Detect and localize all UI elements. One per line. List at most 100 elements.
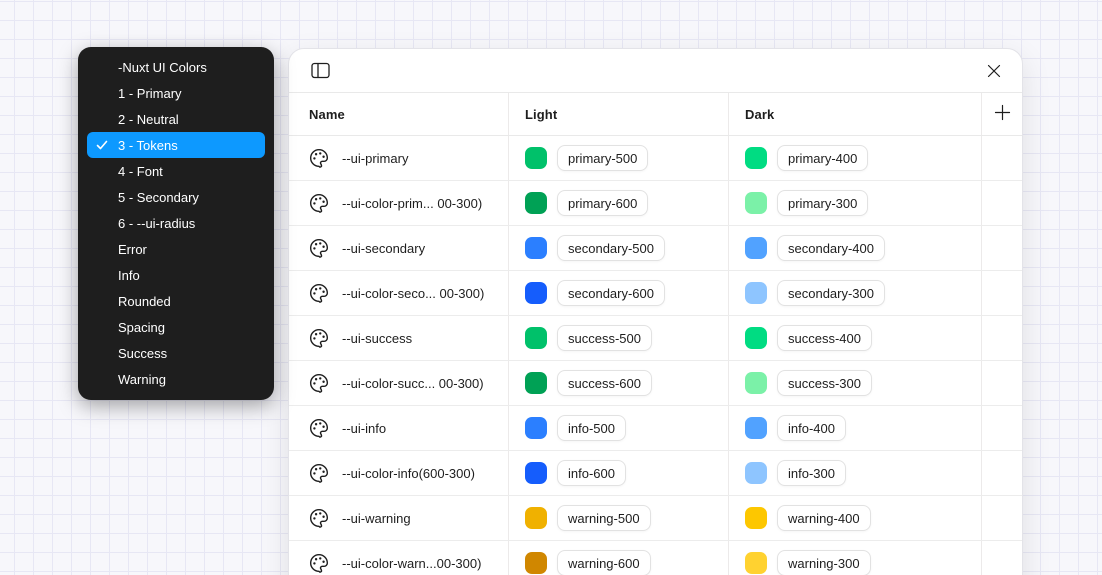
light-value-cell[interactable]: info-500 (509, 406, 729, 450)
light-value-cell[interactable]: warning-500 (509, 496, 729, 540)
menu-item[interactable]: Error (87, 236, 265, 262)
token-chip[interactable]: secondary-300 (777, 280, 885, 306)
dark-value-cell[interactable]: info-400 (729, 406, 982, 450)
color-swatch[interactable] (745, 237, 767, 259)
color-swatch[interactable] (745, 552, 767, 574)
menu-item-label: 4 - Font (118, 164, 163, 179)
light-value-cell[interactable]: success-500 (509, 316, 729, 360)
token-name-cell[interactable]: --ui-color-seco... 00-300) (289, 271, 509, 315)
color-swatch[interactable] (525, 327, 547, 349)
color-swatch[interactable] (745, 327, 767, 349)
light-value-cell[interactable]: secondary-600 (509, 271, 729, 315)
menu-item[interactable]: Spacing (87, 314, 265, 340)
token-chip[interactable]: warning-300 (777, 550, 871, 575)
color-swatch[interactable] (745, 192, 767, 214)
light-value-cell[interactable]: info-600 (509, 451, 729, 495)
palette-icon (309, 193, 329, 213)
table-row: --ui-color-succ... 00-300) success-600 s… (289, 361, 1022, 406)
token-chip[interactable]: secondary-400 (777, 235, 885, 261)
dark-value-cell[interactable]: warning-400 (729, 496, 982, 540)
token-chip[interactable]: warning-500 (557, 505, 651, 531)
menu-item-label: Warning (118, 372, 166, 387)
menu-item[interactable]: 3 - Tokens (87, 132, 265, 158)
light-value-cell[interactable]: primary-500 (509, 136, 729, 180)
dark-value-cell[interactable]: success-400 (729, 316, 982, 360)
palette-icon (309, 418, 329, 438)
token-name-cell[interactable]: --ui-info (289, 406, 509, 450)
color-swatch[interactable] (525, 417, 547, 439)
token-chip[interactable]: success-500 (557, 325, 652, 351)
color-swatch[interactable] (525, 192, 547, 214)
add-column-button[interactable] (982, 93, 1022, 135)
menu-item[interactable]: 6 - --ui-radius (87, 210, 265, 236)
token-name-cell[interactable]: --ui-primary (289, 136, 509, 180)
token-chip[interactable]: info-600 (557, 460, 626, 486)
light-value-cell[interactable]: success-600 (509, 361, 729, 405)
menu-item[interactable]: -Nuxt UI Colors (87, 54, 265, 80)
token-chip[interactable]: secondary-600 (557, 280, 665, 306)
token-name-cell[interactable]: --ui-color-warn...00-300) (289, 541, 509, 575)
dark-value-cell[interactable]: primary-400 (729, 136, 982, 180)
menu-item[interactable]: Info (87, 262, 265, 288)
token-chip[interactable]: info-500 (557, 415, 626, 441)
token-name-cell[interactable]: --ui-secondary (289, 226, 509, 270)
menu-item-label: Success (118, 346, 167, 361)
menu-item[interactable]: Warning (87, 366, 265, 392)
token-name-cell[interactable]: --ui-color-info(600-300) (289, 451, 509, 495)
dark-value-cell[interactable]: primary-300 (729, 181, 982, 225)
light-value-cell[interactable]: secondary-500 (509, 226, 729, 270)
token-chip[interactable]: info-400 (777, 415, 846, 441)
menu-item[interactable]: Rounded (87, 288, 265, 314)
token-chip[interactable]: success-400 (777, 325, 872, 351)
token-chip[interactable]: warning-400 (777, 505, 871, 531)
checkmark-icon (96, 139, 108, 151)
menu-item-label: Info (118, 268, 140, 283)
token-name-cell[interactable]: --ui-color-succ... 00-300) (289, 361, 509, 405)
color-swatch[interactable] (745, 507, 767, 529)
color-swatch[interactable] (745, 372, 767, 394)
token-name-cell[interactable]: --ui-color-prim... 00-300) (289, 181, 509, 225)
palette-icon (309, 328, 329, 348)
token-chip[interactable]: primary-300 (777, 190, 868, 216)
color-swatch[interactable] (525, 507, 547, 529)
color-swatch[interactable] (745, 282, 767, 304)
token-name-cell[interactable]: --ui-warning (289, 496, 509, 540)
color-swatch[interactable] (525, 147, 547, 169)
menu-item[interactable]: 4 - Font (87, 158, 265, 184)
menu-item[interactable]: 1 - Primary (87, 80, 265, 106)
token-chip[interactable]: success-300 (777, 370, 872, 396)
light-value-cell[interactable]: primary-600 (509, 181, 729, 225)
menu-item[interactable]: Success (87, 340, 265, 366)
row-spacer-cell (982, 181, 1022, 225)
token-chip[interactable]: primary-400 (777, 145, 868, 171)
color-swatch[interactable] (525, 282, 547, 304)
token-name: --ui-info (342, 421, 386, 436)
color-swatch[interactable] (525, 462, 547, 484)
color-swatch[interactable] (745, 147, 767, 169)
token-name-cell[interactable]: --ui-success (289, 316, 509, 360)
menu-item[interactable]: 2 - Neutral (87, 106, 265, 132)
token-chip[interactable]: primary-600 (557, 190, 648, 216)
token-name: --ui-color-succ... 00-300) (342, 376, 484, 391)
table-row: --ui-color-prim... 00-300) primary-600 p… (289, 181, 1022, 226)
color-swatch[interactable] (525, 372, 547, 394)
close-icon[interactable] (981, 58, 1007, 84)
menu-item[interactable]: 5 - Secondary (87, 184, 265, 210)
light-value-cell[interactable]: warning-600 (509, 541, 729, 575)
row-spacer-cell (982, 136, 1022, 180)
token-chip[interactable]: secondary-500 (557, 235, 665, 261)
dark-value-cell[interactable]: success-300 (729, 361, 982, 405)
token-chip[interactable]: success-600 (557, 370, 652, 396)
color-swatch[interactable] (745, 417, 767, 439)
color-swatch[interactable] (525, 552, 547, 574)
dark-value-cell[interactable]: warning-300 (729, 541, 982, 575)
dark-value-cell[interactable]: secondary-300 (729, 271, 982, 315)
token-chip[interactable]: info-300 (777, 460, 846, 486)
sidebar-toggle-icon[interactable] (307, 58, 333, 84)
color-swatch[interactable] (525, 237, 547, 259)
color-swatch[interactable] (745, 462, 767, 484)
token-chip[interactable]: warning-600 (557, 550, 651, 575)
dark-value-cell[interactable]: info-300 (729, 451, 982, 495)
dark-value-cell[interactable]: secondary-400 (729, 226, 982, 270)
token-chip[interactable]: primary-500 (557, 145, 648, 171)
